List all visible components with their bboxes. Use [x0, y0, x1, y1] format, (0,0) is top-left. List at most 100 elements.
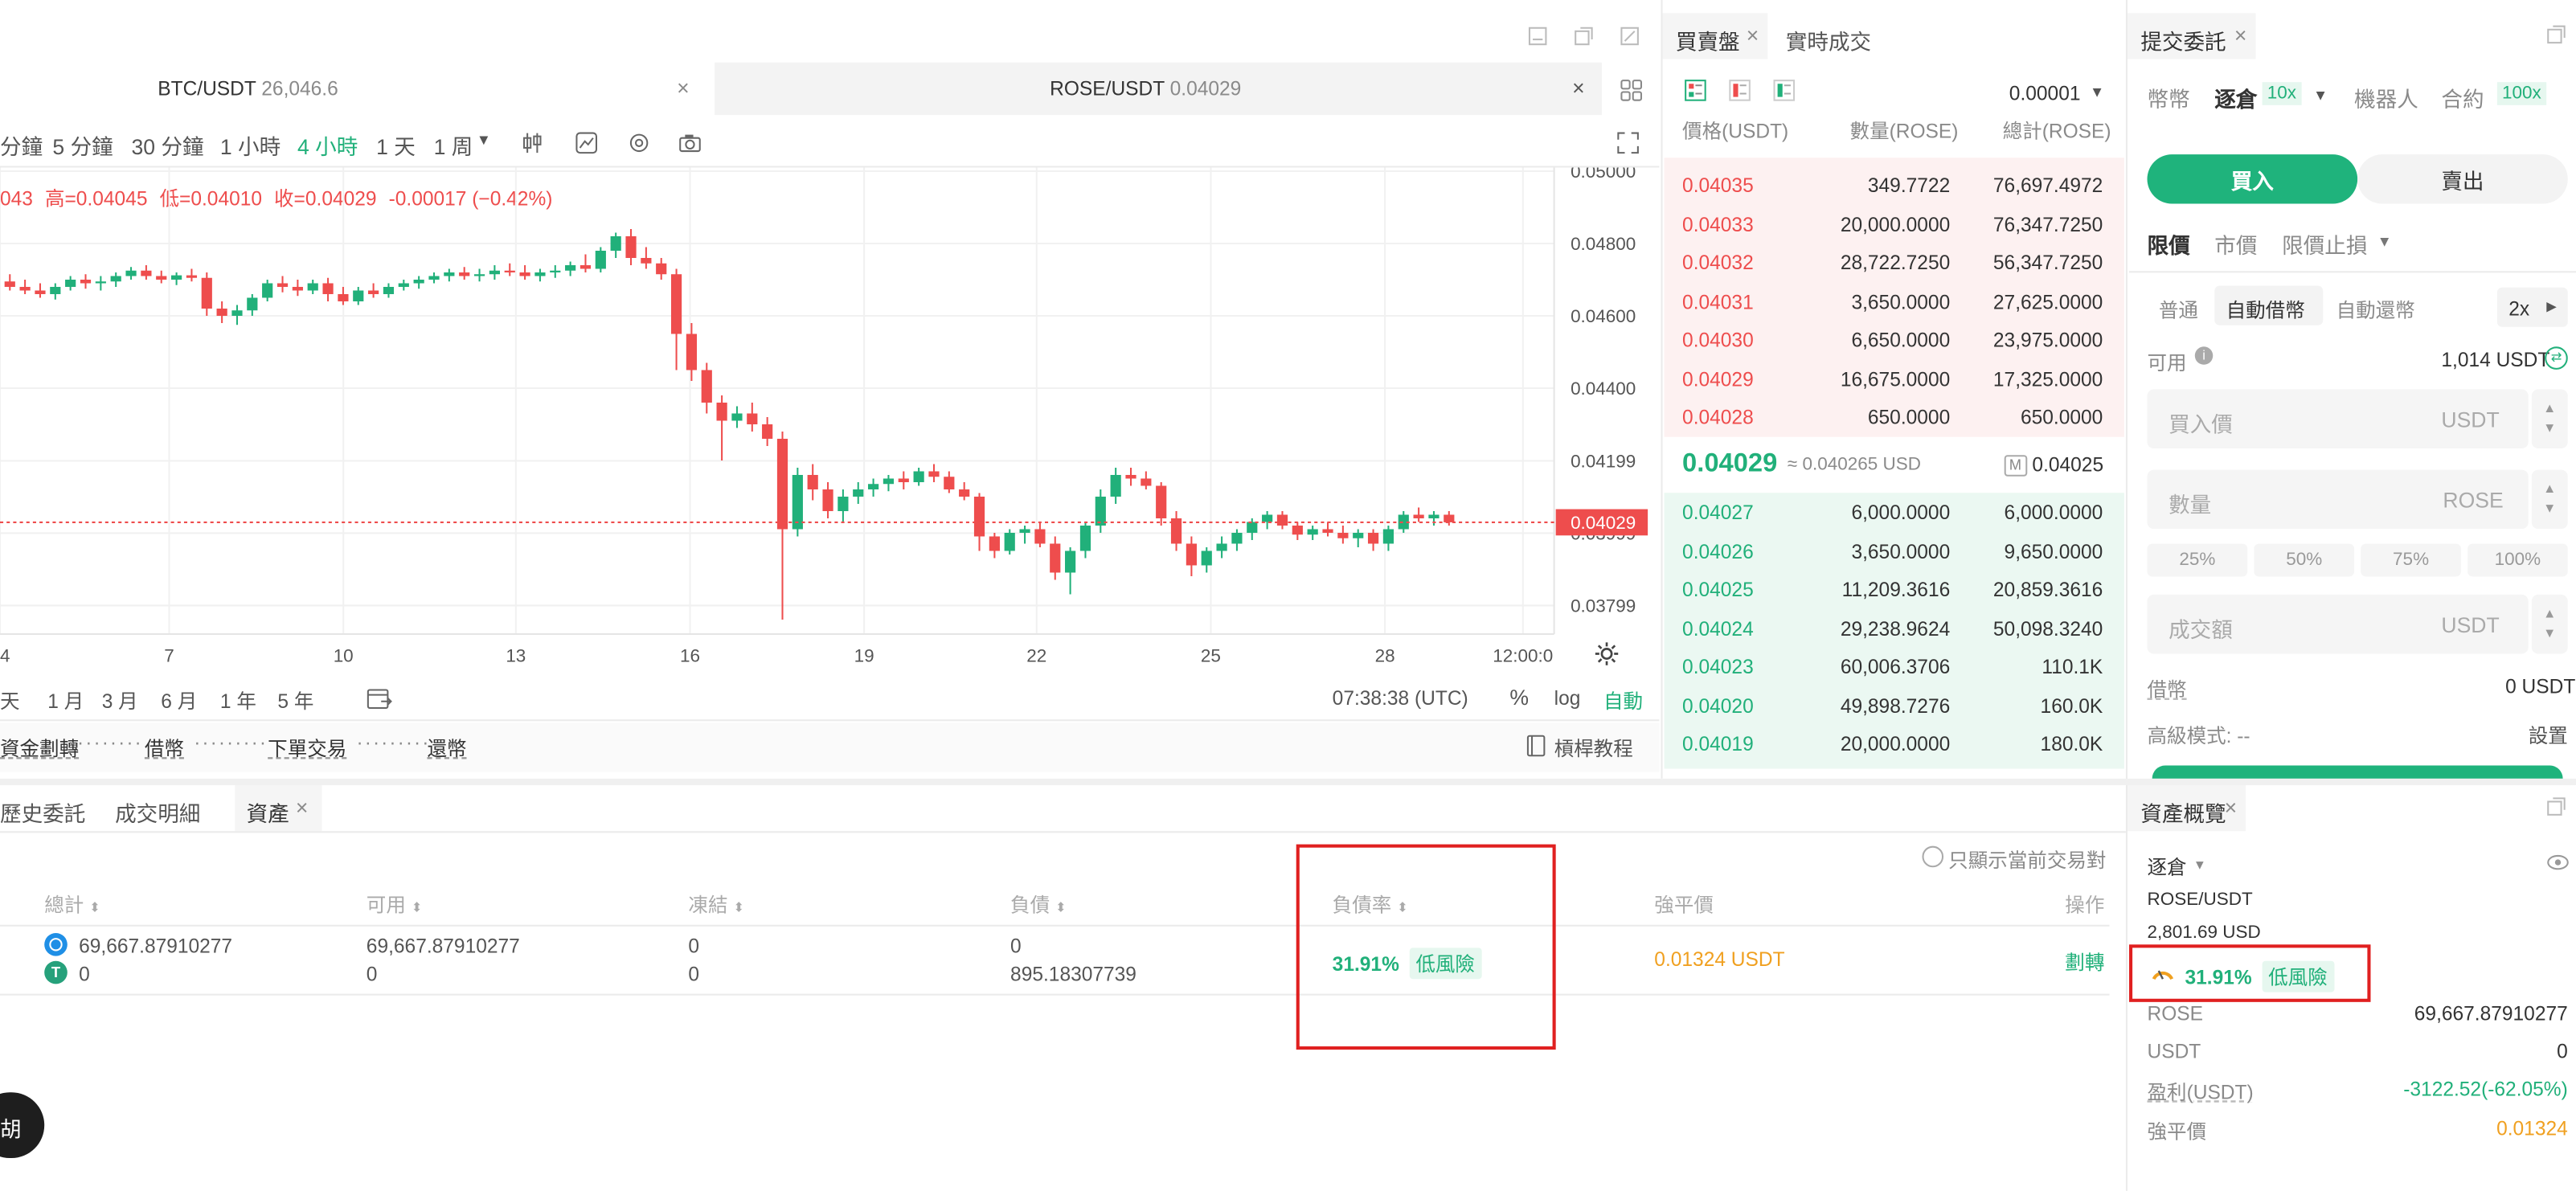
mode-futures[interactable]: 合約: [2441, 82, 2484, 113]
quantity-stepper[interactable]: ▲ ▼: [2531, 469, 2568, 530]
bid-row[interactable]: 0.04026 3,650.0000 9,650.0000: [1665, 531, 2124, 569]
range-3m[interactable]: 3 月: [102, 686, 138, 714]
interval-1m[interactable]: 分鐘: [0, 129, 43, 161]
borrow-mode-auto-repay[interactable]: 自動還幣: [2336, 296, 2415, 324]
stepper-up-icon[interactable]: ▲: [2543, 480, 2556, 500]
percent-scale-toggle[interactable]: %: [1509, 685, 1529, 710]
range-1m[interactable]: 1 月: [47, 686, 84, 714]
quantity-input[interactable]: 數量 ROSE: [2147, 469, 2529, 530]
interval-5m[interactable]: 5 分鐘: [52, 129, 113, 161]
buy-button[interactable]: 買入: [2147, 154, 2358, 204]
order-type-market[interactable]: 市價: [2214, 228, 2257, 260]
stepper-up-icon[interactable]: ▲: [2543, 604, 2556, 624]
book-bids-icon[interactable]: [1771, 77, 1797, 104]
log-scale-toggle[interactable]: log: [1554, 686, 1581, 710]
settings-link[interactable]: 設置: [2529, 721, 2568, 749]
tab-recent-trades[interactable]: 實時成交: [1786, 25, 1871, 56]
interval-1h[interactable]: 1 小時: [220, 129, 281, 161]
percent-50-button[interactable]: 50%: [2254, 543, 2355, 577]
stepper-down-icon[interactable]: ▼: [2543, 624, 2556, 645]
only-current-checkbox[interactable]: [1922, 845, 1944, 868]
mode-isolated[interactable]: 逐倉: [2214, 82, 2257, 113]
ask-row[interactable]: 0.04035 349.7722 76,697.4972: [1665, 166, 2124, 203]
window-minimize-icon[interactable]: [1525, 23, 1551, 50]
tab-assets[interactable]: 資產 ×: [235, 785, 322, 832]
indicator-icon[interactable]: [571, 128, 601, 158]
close-icon[interactable]: ×: [296, 795, 309, 820]
candle-type-icon[interactable]: [518, 128, 547, 158]
borrow-mode-auto-borrow[interactable]: 自動借幣: [2226, 296, 2305, 324]
chevron-down-icon[interactable]: ▼: [2090, 84, 2104, 100]
amount-input[interactable]: 成交額 USDT: [2147, 594, 2529, 654]
stepper-up-icon[interactable]: ▲: [2543, 399, 2556, 420]
calendar-range-icon[interactable]: [365, 683, 395, 713]
panel-popout-icon[interactable]: [2545, 23, 2568, 47]
chevron-down-icon[interactable]: ▼: [2377, 233, 2392, 249]
mode-bot[interactable]: 機器人: [2354, 82, 2418, 113]
close-icon[interactable]: ×: [1747, 23, 1759, 48]
close-icon[interactable]: ×: [2225, 795, 2238, 820]
window-popout-icon[interactable]: [1571, 23, 1597, 50]
order-type-limit[interactable]: 限價: [2148, 228, 2190, 260]
interval-4h[interactable]: 4 小時: [297, 129, 358, 161]
close-icon[interactable]: ×: [677, 76, 690, 100]
percent-75-button[interactable]: 75%: [2361, 543, 2461, 577]
mode-spot[interactable]: 幣幣: [2148, 82, 2190, 113]
window-expand-icon[interactable]: [1616, 23, 1643, 50]
close-icon[interactable]: ×: [2234, 23, 2247, 48]
stepper-down-icon[interactable]: ▼: [2543, 419, 2556, 439]
range-6m[interactable]: 6 月: [161, 686, 197, 714]
sort-icon[interactable]: ⬍: [733, 900, 744, 915]
sort-icon[interactable]: ⬍: [1055, 900, 1067, 915]
bid-row[interactable]: 0.04019 20,000.0000 180.0K: [1665, 724, 2124, 762]
flow-transfer-link[interactable]: 資金劃轉: [0, 735, 79, 763]
ask-row[interactable]: 0.04031 3,650.0000 27,625.0000: [1665, 282, 2124, 320]
info-icon[interactable]: i: [2194, 346, 2214, 365]
leverage-tutorial-link[interactable]: 槓桿教程: [1554, 735, 1633, 763]
settings-gear-icon[interactable]: [625, 128, 654, 158]
price-input[interactable]: 買入價 USDT: [2147, 389, 2529, 449]
ask-row[interactable]: 0.04029 16,675.0000 17,325.0000: [1665, 359, 2124, 397]
borrow-mode-normal[interactable]: 普通: [2159, 296, 2198, 324]
interval-1w[interactable]: 1 周: [434, 129, 473, 161]
bid-row[interactable]: 0.04027 6,000.0000 6,000.0000: [1665, 493, 2124, 530]
ask-row[interactable]: 0.04030 6,650.0000 23,975.0000: [1665, 321, 2124, 358]
range-1y[interactable]: 1 年: [220, 686, 256, 714]
ask-row[interactable]: 0.04033 20,000.0000 76,347.7250: [1665, 204, 2124, 242]
tab-asset-overview[interactable]: 資產概覽 ×: [2127, 785, 2246, 832]
camera-icon[interactable]: [675, 128, 705, 158]
interval-30m[interactable]: 30 分鐘: [132, 129, 204, 161]
close-icon[interactable]: ×: [1572, 76, 1585, 100]
leverage-selector[interactable]: 2x ▶: [2496, 287, 2568, 327]
margin-mode-select[interactable]: 逐倉: [2148, 853, 2187, 881]
chevron-down-icon[interactable]: ▼: [477, 132, 491, 148]
tab-place-order[interactable]: 提交委託 ×: [2127, 13, 2256, 59]
auto-scale-toggle[interactable]: 自動: [1603, 686, 1643, 714]
chart-settings-icon[interactable]: [1592, 639, 1622, 669]
bid-row[interactable]: 0.04024 29,238.9624 50,098.3240: [1665, 608, 2124, 646]
stepper-down-icon[interactable]: ▼: [2543, 499, 2556, 519]
interval-1d[interactable]: 1 天: [376, 129, 416, 161]
tab-btc-usdt[interactable]: BTC/USDT 26,046.6 ×: [0, 62, 715, 116]
range-1d[interactable]: 天: [0, 686, 20, 714]
tab-orderbook[interactable]: 買賣盤 ×: [1662, 13, 1768, 59]
order-type-stop-limit[interactable]: 限價止損: [2282, 228, 2367, 260]
percent-25-button[interactable]: 25%: [2147, 543, 2248, 577]
book-asks-icon[interactable]: [1726, 77, 1753, 104]
candlestick-chart[interactable]: 0.050000.048000.046000.044000.041990.039…: [0, 167, 1659, 673]
range-5y[interactable]: 5 年: [277, 686, 313, 714]
panel-popout-icon[interactable]: [2545, 795, 2568, 818]
price-stepper[interactable]: ▲ ▼: [2531, 389, 2568, 449]
sort-icon[interactable]: ⬍: [89, 900, 100, 915]
flow-repay-link[interactable]: 還幣: [427, 735, 466, 763]
chevron-down-icon[interactable]: ▼: [2193, 857, 2206, 872]
ask-row[interactable]: 0.04032 28,722.7250 56,347.7250: [1665, 244, 2124, 281]
transfer-action-link[interactable]: 劃轉: [2065, 947, 2104, 976]
flow-trade-link[interactable]: 下單交易: [268, 735, 346, 763]
sort-icon[interactable]: ⬍: [412, 900, 423, 915]
bid-row[interactable]: 0.04025 11,209.3616 20,859.3616: [1665, 570, 2124, 608]
flow-borrow-link[interactable]: 借幣: [145, 735, 184, 763]
eye-icon[interactable]: [2545, 851, 2571, 874]
precision-select[interactable]: 0.00001: [2009, 82, 2081, 105]
sell-button[interactable]: 賣出: [2357, 154, 2568, 204]
